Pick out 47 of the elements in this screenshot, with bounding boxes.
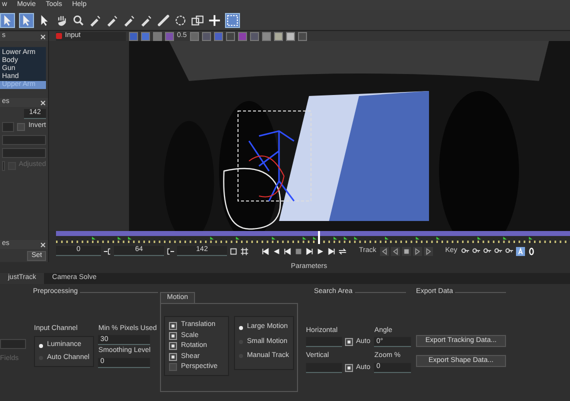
checkbox[interactable] — [17, 122, 26, 130]
transform-icon[interactable] — [191, 14, 204, 26]
key-icon[interactable] — [461, 246, 470, 256]
key-icon[interactable] — [505, 246, 514, 256]
timeline[interactable] — [56, 231, 570, 244]
autokey-icon[interactable] — [516, 246, 526, 256]
key-icon[interactable] — [472, 246, 482, 256]
stop-icon[interactable] — [294, 246, 303, 256]
crosshair-icon[interactable] — [208, 14, 221, 26]
checkbox[interactable] — [169, 352, 177, 361]
pointer-icon[interactable] — [19, 12, 34, 28]
checkbox[interactable] — [169, 322, 177, 330]
checkbox[interactable] — [345, 364, 353, 372]
pen-icon[interactable] — [89, 14, 102, 26]
link-icon[interactable] — [157, 14, 170, 26]
set-out-icon[interactable] — [166, 246, 175, 256]
loop-icon[interactable] — [338, 246, 347, 256]
set-in-icon[interactable] — [103, 246, 112, 256]
zoom-icon[interactable] — [72, 14, 85, 26]
checkbox[interactable] — [169, 363, 177, 372]
pen-icon[interactable] — [123, 14, 136, 26]
close-icon[interactable] — [40, 242, 46, 248]
selection-icon[interactable] — [225, 12, 240, 28]
pen-icon[interactable] — [140, 14, 153, 26]
vertical-field[interactable] — [306, 362, 342, 373]
horizontal-field[interactable] — [306, 337, 342, 348]
prev-frame-icon[interactable] — [272, 246, 281, 256]
radio-button[interactable] — [39, 344, 43, 348]
radio-button[interactable] — [238, 326, 243, 330]
checkbox[interactable] — [169, 342, 177, 350]
checkbox[interactable] — [169, 332, 177, 340]
close-icon[interactable] — [40, 34, 46, 40]
first-frame-icon[interactable] — [261, 246, 270, 256]
pointer-icon[interactable] — [0, 12, 15, 28]
lasso-icon[interactable] — [174, 14, 187, 26]
close-icon[interactable] — [40, 100, 46, 106]
prev-step-icon[interactable] — [283, 246, 292, 256]
next-step-icon[interactable] — [305, 246, 314, 256]
fit-icon[interactable] — [229, 246, 238, 256]
last-frame-icon[interactable] — [327, 246, 336, 256]
key-icon[interactable] — [494, 246, 504, 256]
pen-icon[interactable] — [106, 14, 119, 26]
play-icon[interactable] — [316, 246, 325, 256]
key-icon[interactable] — [483, 246, 492, 256]
checkbox[interactable] — [345, 338, 353, 346]
zero-icon[interactable] — [527, 246, 536, 256]
playhead[interactable] — [318, 231, 320, 244]
